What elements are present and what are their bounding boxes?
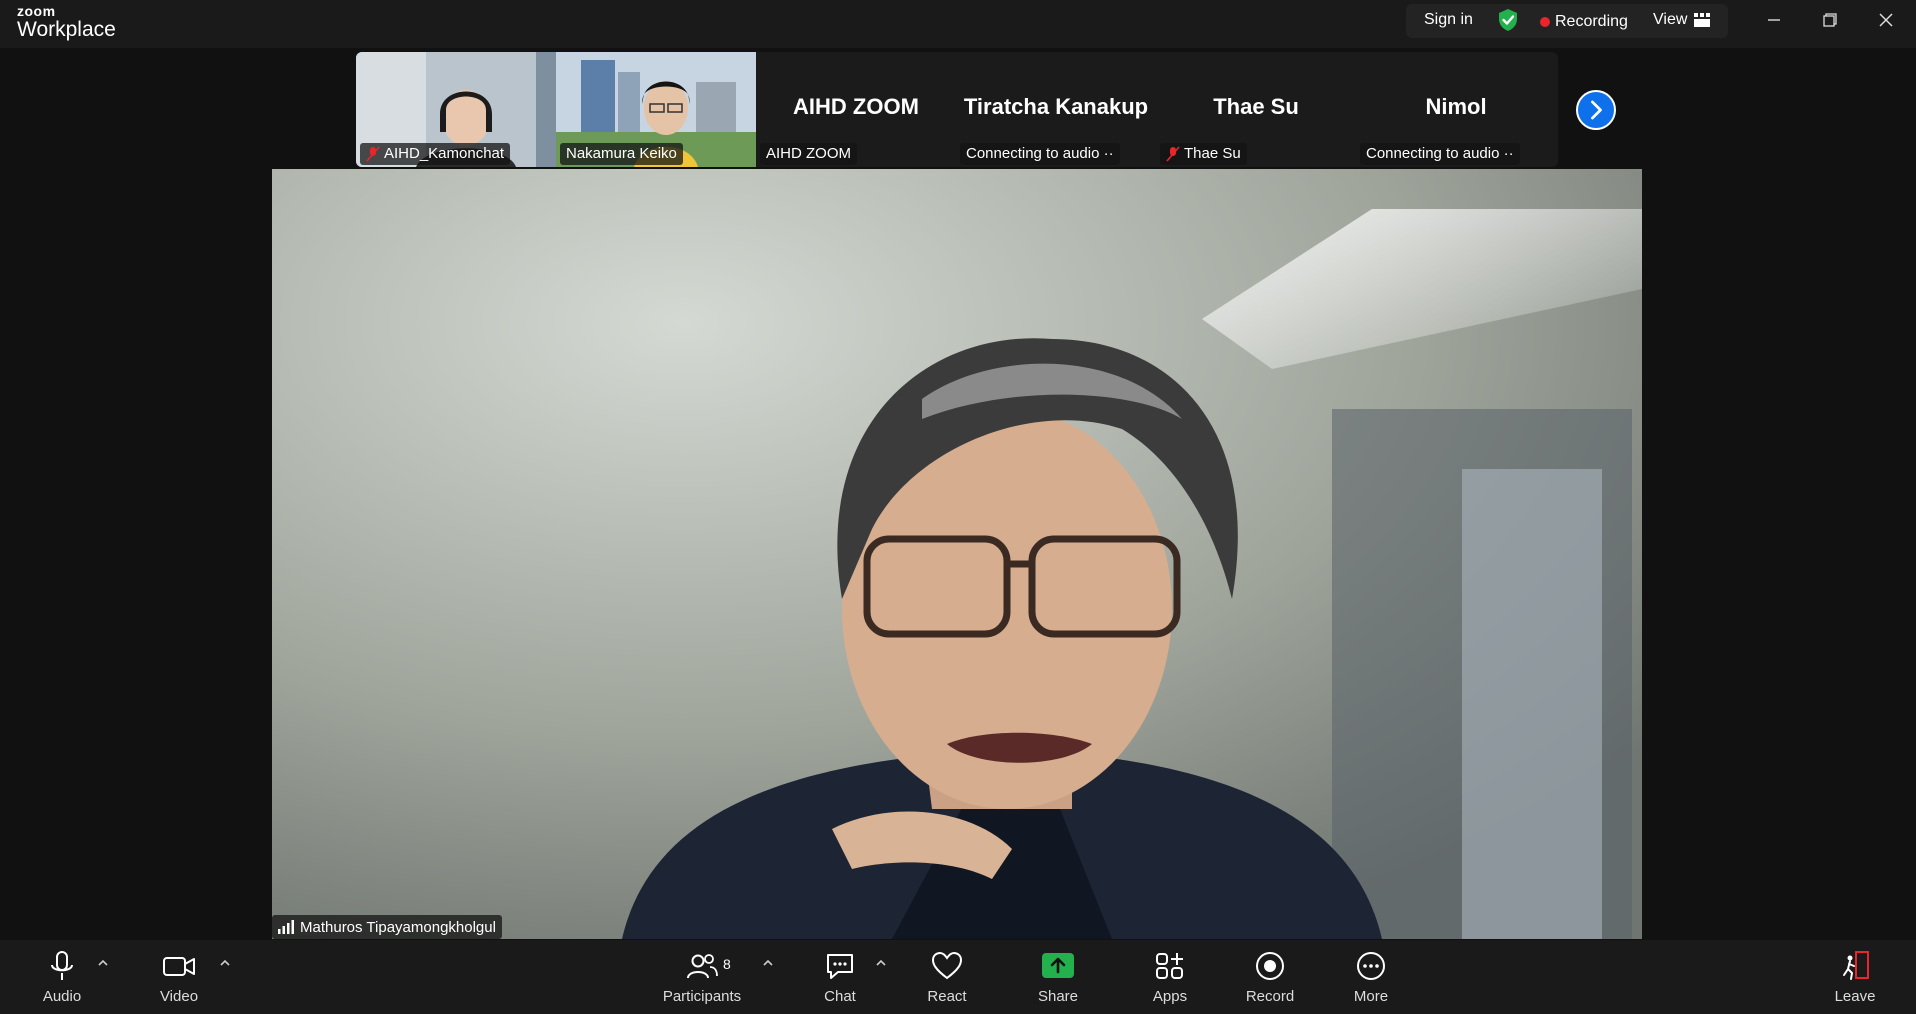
participants-count-badge: 8 (723, 956, 731, 972)
participant-status: Connecting to audio ·· (966, 145, 1114, 162)
video-button[interactable]: Video (134, 940, 224, 1014)
restore-icon[interactable] (1812, 6, 1848, 34)
view-button[interactable]: View (1653, 11, 1687, 29)
react-label: React (927, 988, 967, 1005)
participant-name: Nakamura Keiko (566, 145, 677, 162)
audio-label: Audio (42, 988, 82, 1005)
participant-tile[interactable]: Tiratcha Kanakup Connecting to audio ·· (956, 52, 1156, 167)
participant-display-name: Thae Su (1213, 94, 1299, 119)
participants-icon (687, 954, 718, 979)
leave-label: Leave (1834, 988, 1876, 1005)
participant-display-name: Nimol (1425, 94, 1487, 119)
more-button[interactable]: More (1326, 940, 1416, 1014)
recording-dot-icon (1540, 17, 1550, 27)
record-icon (1256, 952, 1284, 980)
participant-name-caption: Thae Su (1160, 143, 1247, 165)
participant-name: AIHD ZOOM (766, 145, 851, 162)
participant-thumbnail-strip: AIHD_Kamonchat Nakamura Keiko AIHD ZOOM … (356, 52, 1558, 167)
more-ellipsis-icon (1357, 952, 1385, 980)
brand-top: zoom (17, 3, 56, 19)
muted-mic-icon (1166, 146, 1180, 162)
participant-display-name: AIHD ZOOM (793, 94, 919, 119)
minimize-icon[interactable] (1756, 6, 1792, 34)
chat-bubble-icon (827, 954, 853, 979)
participant-status: Connecting to audio ·· (1366, 145, 1514, 162)
shield-check-icon[interactable] (1497, 8, 1519, 32)
apps-grid-icon (1156, 953, 1183, 979)
participant-name: AIHD_Kamonchat (384, 145, 505, 162)
active-speaker-video[interactable] (272, 169, 1642, 939)
close-icon[interactable] (1868, 6, 1904, 34)
video-camera-icon (163, 957, 195, 976)
share-screen-upload-icon (1042, 953, 1074, 978)
participant-name-caption: AIHD_Kamonchat (360, 143, 511, 165)
participant-tile[interactable]: Thae Su Thae Su (1156, 52, 1356, 167)
title-bar: zoom Workplace Sign in Recording View (0, 0, 1916, 48)
participant-name-caption: Connecting to audio ·· (960, 143, 1120, 165)
apps-button[interactable]: Apps (1125, 940, 1215, 1014)
sign-in-button[interactable]: Sign in (1424, 11, 1473, 29)
zoom-workplace-logo: zoom Workplace (17, 4, 116, 40)
leave-door-icon (1843, 951, 1869, 980)
share-label: Share (1037, 988, 1079, 1005)
chat-label: Chat (824, 988, 856, 1005)
participant-tile[interactable]: AIHD ZOOM AIHD ZOOM (756, 52, 956, 167)
record-button[interactable]: Record (1225, 940, 1315, 1014)
participants-options-chevron-up-icon[interactable] (761, 958, 775, 968)
recording-indicator[interactable]: Recording (1555, 13, 1628, 31)
active-speaker-caption: Mathuros Tipayamongkholgul (272, 915, 502, 939)
record-label: Record (1245, 988, 1295, 1005)
participant-name-caption: AIHD ZOOM (760, 143, 857, 165)
microphone-icon (51, 951, 73, 980)
participants-label: Participants (662, 988, 742, 1005)
video-label: Video (159, 988, 199, 1005)
brand-bottom: Workplace (17, 18, 116, 41)
participant-display-name: Tiratcha Kanakup (963, 94, 1149, 119)
more-label: More (1353, 988, 1389, 1005)
audio-button[interactable]: Audio (17, 940, 107, 1014)
grid-icon[interactable] (1694, 13, 1710, 27)
apps-label: Apps (1152, 988, 1188, 1005)
participants-button[interactable]: Participants (657, 940, 747, 1014)
meeting-toolbar: Audio Video Participants 8 Chat React Sh… (0, 940, 1916, 1014)
heart-icon (931, 951, 963, 980)
participant-name: Thae Su (1184, 145, 1241, 162)
participant-name-caption: Connecting to audio ·· (1360, 143, 1520, 165)
muted-mic-icon (366, 146, 380, 162)
audio-options-chevron-up-icon[interactable] (96, 958, 110, 968)
video-options-chevron-up-icon[interactable] (218, 958, 232, 968)
participant-name-caption: Nakamura Keiko (560, 143, 683, 165)
participant-tile[interactable]: Nakamura Keiko (556, 52, 756, 167)
active-speaker-name: Mathuros Tipayamongkholgul (300, 918, 496, 936)
chat-options-chevron-up-icon[interactable] (874, 958, 888, 968)
participant-tile[interactable]: Nimol Connecting to audio ·· (1356, 52, 1556, 167)
chat-button[interactable]: Chat (795, 940, 885, 1014)
participant-tile[interactable]: AIHD_Kamonchat (356, 52, 556, 167)
react-button[interactable]: React (902, 940, 992, 1014)
leave-button[interactable]: Leave (1810, 940, 1900, 1014)
speaker-video-frame (272, 169, 1642, 939)
signal-strength-icon (278, 920, 294, 934)
share-button[interactable]: Share (1013, 940, 1103, 1014)
next-page-chevron-icon[interactable] (1576, 90, 1616, 130)
